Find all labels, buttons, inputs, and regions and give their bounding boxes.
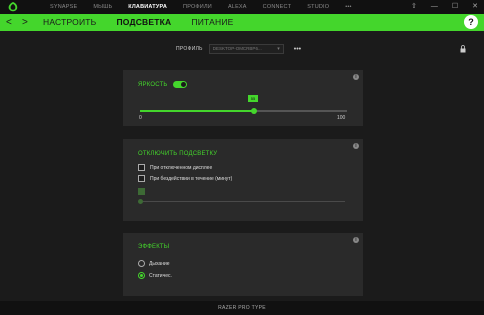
info-icon[interactable]: i — [353, 237, 359, 243]
upload-icon[interactable]: ⇧ — [411, 0, 417, 14]
radio-button[interactable] — [138, 272, 145, 279]
nav-studio[interactable]: STUDIO — [299, 0, 337, 14]
profile-value: DESKTOP-OMCRBP6... — [212, 46, 262, 51]
disable-lighting-panel: i ОТКЛЮЧИТЬ ПОДСВЕТКУ При отключенном ди… — [123, 139, 363, 221]
close-icon[interactable]: ✕ — [472, 0, 478, 14]
nav-mouse[interactable]: МЫШЬ — [85, 0, 120, 14]
effect-option-breathing[interactable]: Дыхание — [138, 260, 170, 267]
brightness-title: ЯРКОСТЬ — [138, 82, 168, 88]
tab-lighting[interactable]: ПОДСВЕТКА — [116, 14, 171, 31]
back-arrow-icon[interactable]: < — [6, 16, 12, 29]
tab-customize[interactable]: НАСТРОИТЬ — [43, 14, 96, 31]
nav-alexa[interactable]: ALEXA — [220, 0, 255, 14]
profile-row: ПРОФИЛЬ DESKTOP-OMCRBP6... ▾ ••• — [176, 44, 301, 54]
checkbox-display-off[interactable]: При отключенном дисплее — [138, 164, 212, 171]
nav-profiles[interactable]: ПРОФИЛИ — [175, 0, 220, 14]
chevron-down-icon: ▾ — [277, 46, 280, 52]
idle-value-badge — [138, 188, 145, 195]
top-bar: SYNAPSE МЫШЬ КЛАВИАТУРА ПРОФИЛИ ALEXA CO… — [0, 0, 484, 14]
radio-button[interactable] — [138, 260, 145, 267]
brightness-panel: i ЯРКОСТЬ 55 0 100 — [123, 70, 363, 126]
sub-nav-bar: < > НАСТРОИТЬ ПОДСВЕТКА ПИТАНИЕ ? — [0, 14, 484, 31]
window-controls: ⇧ — ☐ ✕ — [411, 0, 478, 14]
device-footer: RAZER PRO TYPE — [0, 301, 484, 315]
brightness-value-badge: 55 — [248, 95, 258, 102]
slider-min-label: 0 — [139, 115, 142, 121]
slider-max-label: 100 — [337, 115, 346, 121]
idle-slider-handle — [138, 199, 143, 204]
sub-tabs: НАСТРОИТЬ ПОДСВЕТКА ПИТАНИЕ — [43, 14, 234, 31]
info-icon[interactable]: i — [353, 143, 359, 149]
lock-icon[interactable] — [460, 45, 466, 53]
checkbox-label: При отключенном дисплее — [150, 164, 213, 171]
nav-more-icon[interactable]: ••• — [337, 0, 359, 14]
profile-dropdown[interactable]: DESKTOP-OMCRBP6... ▾ — [208, 44, 284, 54]
radio-label: Статичес. — [149, 272, 172, 279]
razer-logo-icon[interactable] — [8, 2, 18, 12]
info-icon[interactable]: i — [353, 74, 359, 80]
help-icon[interactable]: ? — [464, 15, 478, 29]
checkbox-idle[interactable]: При бездействии в течение (минут) — [138, 175, 232, 182]
checkbox[interactable] — [138, 164, 145, 171]
checkbox[interactable] — [138, 175, 145, 182]
idle-slider-track — [140, 201, 345, 202]
checkbox-label: При бездействии в течение (минут) — [150, 175, 233, 182]
profile-label: ПРОФИЛЬ — [176, 46, 203, 52]
forward-arrow-icon[interactable]: > — [22, 16, 28, 29]
nav-synapse[interactable]: SYNAPSE — [42, 0, 85, 14]
effect-option-static[interactable]: Статичес. — [138, 272, 172, 279]
effects-title: ЭФФЕКТЫ — [138, 244, 170, 250]
disable-lighting-title: ОТКЛЮЧИТЬ ПОДСВЕТКУ — [138, 151, 218, 157]
brightness-slider-fill — [140, 110, 254, 112]
brightness-toggle[interactable] — [173, 81, 187, 88]
tab-power[interactable]: ПИТАНИЕ — [191, 14, 233, 31]
maximize-icon[interactable]: ☐ — [452, 0, 458, 14]
effects-panel: i ЭФФЕКТЫ Дыхание Статичес. — [123, 233, 363, 296]
main-nav: SYNAPSE МЫШЬ КЛАВИАТУРА ПРОФИЛИ ALEXA CO… — [42, 0, 360, 14]
minimize-icon[interactable]: — — [431, 0, 438, 14]
nav-connect[interactable]: CONNECT — [255, 0, 300, 14]
brightness-slider-handle[interactable] — [251, 108, 257, 114]
nav-keyboard[interactable]: КЛАВИАТУРА — [120, 0, 175, 14]
radio-label: Дыхание — [149, 260, 170, 267]
profile-more-icon[interactable]: ••• — [294, 46, 301, 53]
